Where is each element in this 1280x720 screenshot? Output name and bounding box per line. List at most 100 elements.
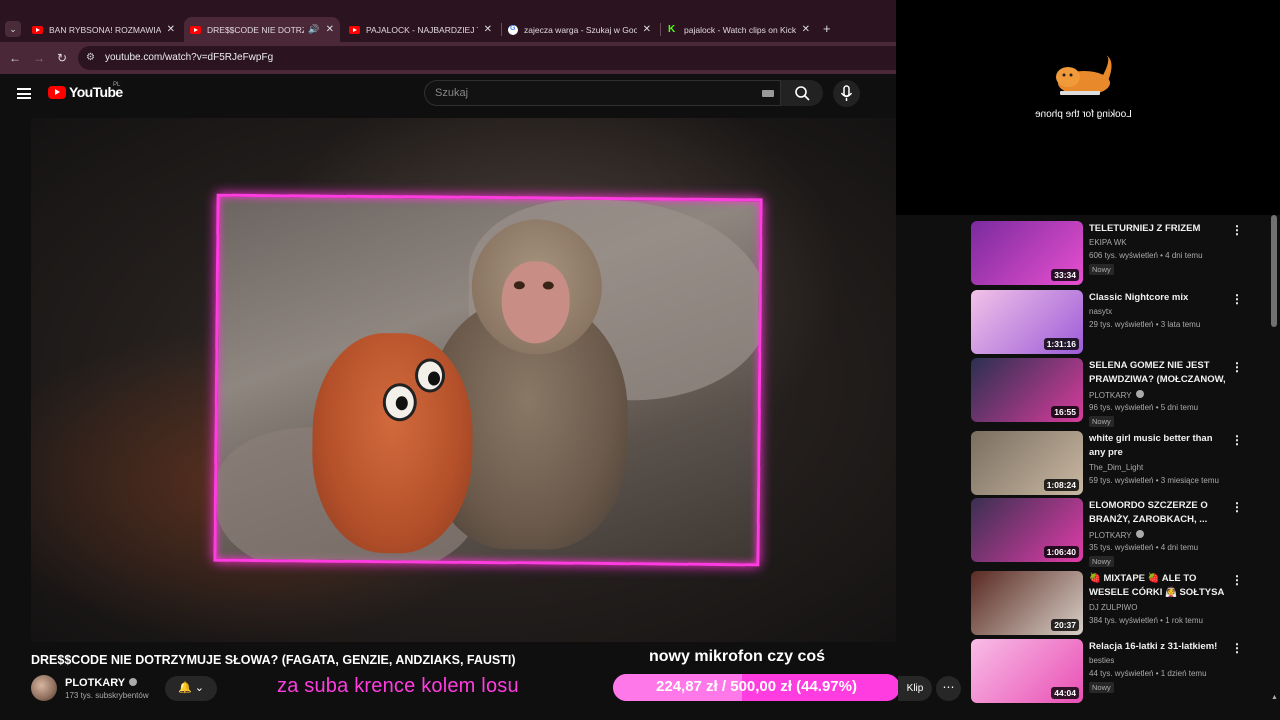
address-bar[interactable]: ⚙ youtube.com/watch?v=dF5RJeFwpFg: [78, 46, 896, 70]
bell-icon: 🔔: [178, 682, 192, 694]
close-tab-icon[interactable]: ✕: [802, 24, 810, 35]
kebab-menu-icon[interactable]: ⋮: [1231, 292, 1243, 306]
new-badge: Nowy: [1089, 264, 1114, 275]
site-info-icon[interactable]: ⚙: [86, 52, 95, 63]
cat-image: [1056, 55, 1112, 95]
search-button[interactable]: [781, 80, 823, 106]
close-tab-icon[interactable]: ✕: [484, 24, 492, 35]
recommended-video-title[interactable]: 🍓 MIXTAPE 🍓 ALE TO WESELE CÓRKI 👰 SOŁTYS…: [1089, 572, 1227, 600]
search-icon: [795, 86, 810, 101]
kebab-menu-icon[interactable]: ⋮: [1231, 641, 1243, 655]
scroll-down-arrow-icon[interactable]: ▲: [1271, 694, 1278, 701]
video-duration: 1:06:40: [1043, 546, 1079, 558]
channel-name-text: DJ ZULPIWO: [1089, 603, 1138, 612]
new-badge: Nowy: [1089, 556, 1114, 567]
hamburger-menu-icon[interactable]: [17, 88, 31, 99]
youtube-icon: [190, 25, 201, 34]
recommended-channel-name[interactable]: besties: [1089, 656, 1114, 665]
voice-search-button[interactable]: [833, 80, 860, 107]
kebab-menu-icon[interactable]: ⋮: [1231, 223, 1243, 237]
channel-name-text: PLOTKARY: [1089, 531, 1132, 540]
recommended-video-title[interactable]: SELENA GOMEZ NIE JEST PRAWDZIWA? (MOŁCZA…: [1089, 359, 1227, 387]
recommended-channel-name[interactable]: nasytx: [1089, 307, 1112, 316]
new-tab-plus-icon[interactable]: +: [823, 21, 831, 36]
search-box[interactable]: [424, 80, 781, 106]
tab-3[interactable]: PAJALOCK - NAJBARDZIEJ TOK ✕: [343, 17, 498, 42]
recommended-channel-name[interactable]: PLOTKARY: [1089, 530, 1144, 540]
chevron-down-icon: ⌄: [194, 682, 204, 694]
recommended-channel-name[interactable]: The_Dim_Light: [1089, 463, 1143, 472]
camera-status-text: Looking for the phone: [1035, 109, 1132, 120]
recommended-video[interactable]: 44:04 Relacja 16-latki z 31-latkiem! besti…: [971, 639, 1261, 703]
video-duration: 20:37: [1051, 619, 1079, 631]
recommended-video-title[interactable]: Relacja 16-latki z 31-latkiem!: [1089, 640, 1227, 654]
video-thumbnail[interactable]: 33:34: [971, 221, 1083, 285]
reload-icon[interactable]: ↻: [57, 51, 67, 65]
close-tab-icon[interactable]: ✕: [167, 24, 175, 35]
video-duration: 16:55: [1051, 406, 1079, 418]
video-thumbnail[interactable]: 16:55: [971, 358, 1083, 422]
recommended-video[interactable]: 16:55 SELENA GOMEZ NIE JEST PRAWDZIWA? (M…: [971, 358, 1261, 427]
verified-check-icon: [1135, 530, 1144, 538]
kebab-menu-icon[interactable]: ⋮: [1231, 573, 1243, 587]
verified-check-icon: [1135, 390, 1144, 398]
close-tab-icon[interactable]: ✕: [643, 24, 651, 35]
video-duration: 1:08:24: [1043, 479, 1079, 491]
recommended-channel-name[interactable]: DJ ZULPIWO: [1089, 603, 1137, 612]
more-actions-icon[interactable]: ⋯: [936, 676, 961, 701]
recommended-video-title[interactable]: TELETURNIEJ Z FRIZEM: [1089, 222, 1227, 236]
video-thumbnail[interactable]: 1:31:16: [971, 290, 1083, 354]
recommended-channel-name[interactable]: EKIPA WK: [1089, 238, 1127, 247]
video-thumbnail[interactable]: 20:37: [971, 571, 1083, 635]
microphone-icon: [840, 85, 853, 101]
kebab-menu-icon[interactable]: ⋮: [1231, 360, 1243, 374]
channel-name-text: The_Dim_Light: [1089, 463, 1144, 472]
video-duration: 44:04: [1051, 687, 1079, 699]
recommended-video-meta: 59 tys. wyświetleń • 3 miesiące temu: [1089, 476, 1219, 485]
keyboard-icon[interactable]: [762, 90, 774, 97]
video-player[interactable]: [31, 118, 896, 642]
channel-name[interactable]: PLOTKARY: [65, 677, 138, 689]
recommended-video-title[interactable]: Classic Nightcore mix: [1089, 291, 1227, 305]
video-duration: 33:34: [1051, 269, 1079, 281]
sidebar-scrollbar[interactable]: [1271, 215, 1277, 327]
youtube-logo[interactable]: YouTube PL: [48, 82, 123, 100]
close-tab-icon[interactable]: ✕: [326, 24, 334, 35]
back-arrow-icon[interactable]: ←: [9, 51, 21, 65]
recommended-video[interactable]: 33:34 TELETURNIEJ Z FRIZEM EKIPA WK 606 tys…: [971, 221, 1261, 285]
recommended-video-meta: 96 tys. wyświetleń • 5 dni temu: [1089, 403, 1199, 412]
tab-5[interactable]: pajalock - Watch clips on Kick ✕: [661, 17, 816, 42]
video-thumbnail[interactable]: 44:04: [971, 639, 1083, 703]
subscriber-count: 173 tys. subskrybentów: [65, 691, 149, 700]
tab-1[interactable]: BAN RYBSONA! ROZMAWIAŁ Z ✕: [26, 17, 181, 42]
donation-goal-bar: 224,87 zł / 500,00 zł (44.97%): [613, 674, 900, 701]
kebab-menu-icon[interactable]: ⋮: [1231, 433, 1243, 447]
channel-name-text: besties: [1089, 656, 1115, 665]
video-thumbnail[interactable]: 1:08:24: [971, 431, 1083, 495]
notification-bell-button[interactable]: 🔔 ⌄: [165, 676, 217, 701]
kebab-menu-icon[interactable]: ⋮: [1231, 500, 1243, 514]
video-thumbnail[interactable]: 1:06:40: [971, 498, 1083, 562]
recommended-channel-name[interactable]: PLOTKARY: [1089, 390, 1144, 400]
channel-avatar[interactable]: [31, 675, 57, 701]
plush-eye: [414, 358, 446, 393]
recommended-video[interactable]: 1:06:40 ELOMORDO SZCZERZE O BRANŻY, ZAROB…: [971, 498, 1261, 567]
forward-arrow-icon[interactable]: →: [33, 51, 45, 65]
youtube-icon: [32, 25, 43, 34]
new-badge: Nowy: [1089, 682, 1114, 693]
url-text[interactable]: youtube.com/watch?v=dF5RJeFwpFg: [105, 52, 273, 63]
recommended-video-meta: 29 tys. wyświetleń • 3 lata temu: [1089, 320, 1201, 329]
recommended-video[interactable]: 1:08:24 white girl music better than any …: [971, 431, 1261, 495]
youtube-play-icon: [48, 85, 66, 99]
speaker-icon[interactable]: 🔊: [308, 24, 319, 35]
recommended-video[interactable]: 1:31:16 Classic Nightcore mix nasytx 29 tys…: [971, 290, 1261, 354]
tab-search-chevron-icon[interactable]: ⌄: [5, 21, 21, 37]
video-title: DRE$$CODE NIE DOTRZYMUJE SŁOWA? (FAGATA,…: [31, 653, 516, 667]
recommended-video[interactable]: 20:37 🍓 MIXTAPE 🍓 ALE TO WESELE CÓRKI 👰 S…: [971, 571, 1261, 635]
tab-4[interactable]: zajecza warga - Szukaj w Google ✕: [502, 17, 657, 42]
tab-2-active[interactable]: DRE$$CODE NIE DOTRZYMU 🔊 ✕: [184, 17, 340, 42]
recommended-video-title[interactable]: ELOMORDO SZCZERZE O BRANŻY, ZAROBKACH, .…: [1089, 499, 1227, 526]
clip-button[interactable]: Klip: [898, 676, 932, 701]
recommended-video-title[interactable]: white girl music better than any pre: [1089, 432, 1227, 459]
search-input[interactable]: [435, 85, 755, 101]
